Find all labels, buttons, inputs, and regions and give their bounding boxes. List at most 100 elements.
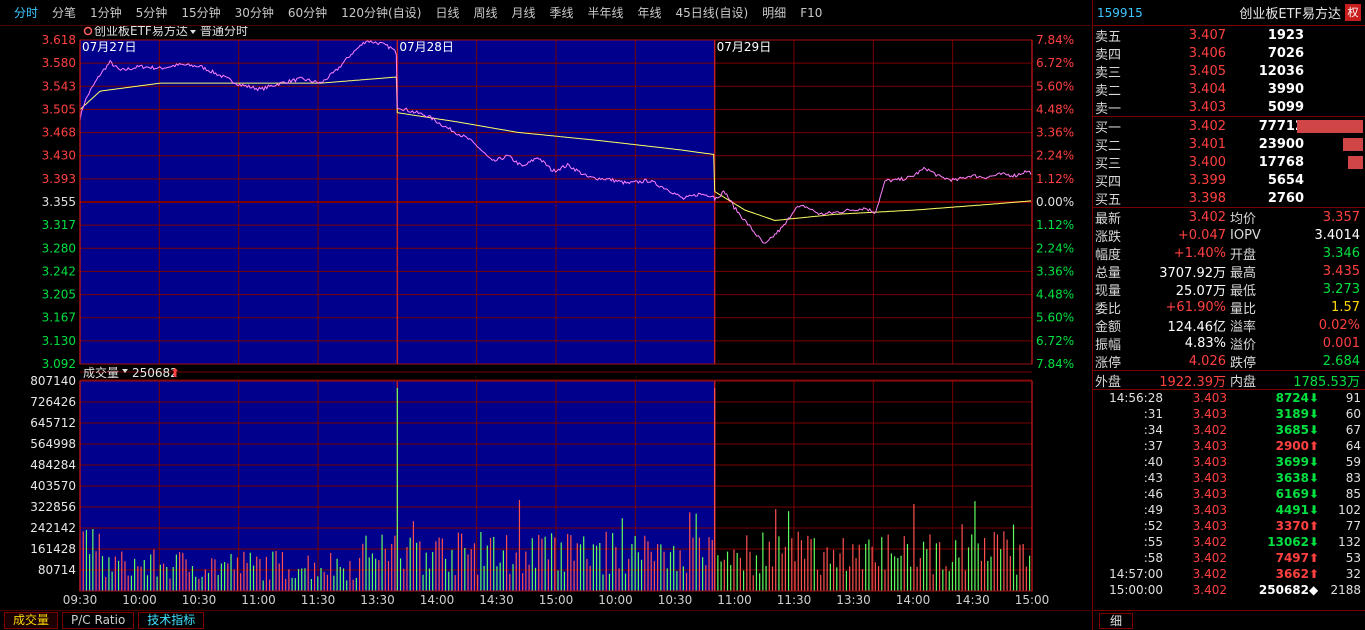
period-tab[interactable]: 明细 [762, 4, 786, 21]
stat-value: 4.83% [1184, 335, 1226, 351]
tick-volume: 3189 [1275, 407, 1309, 421]
tick-row[interactable]: :49 3.403 4491 ⬇ 102 [1093, 502, 1365, 518]
order-volume-bar [1343, 138, 1363, 151]
diamond-icon: ◆ [1309, 583, 1319, 597]
period-tab[interactable]: 60分钟 [288, 4, 327, 21]
tick-row[interactable]: :52 3.403 3370 ⬆ 77 [1093, 518, 1365, 534]
stat-label: 最高 [1230, 265, 1257, 281]
stat-value: 1.57 [1331, 299, 1360, 315]
indicator-tab[interactable]: P/C Ratio [62, 612, 135, 629]
tick-row[interactable]: :40 3.403 3699 ⬇ 59 [1093, 454, 1365, 470]
tick-row[interactable]: :46 3.403 6169 ⬇ 85 [1093, 486, 1365, 502]
ask-book: 卖五 3.407 1923 卖四 3.406 7026 卖三 3.405 12036 卖二 3.40… [1093, 26, 1365, 117]
arrow-down-icon: ⬇ [1309, 535, 1320, 549]
stat-label: 金额 [1095, 319, 1122, 335]
arrow-down-icon: ⬇ [1309, 423, 1320, 437]
order-book-row[interactable]: 卖四 3.406 7026 [1093, 44, 1365, 63]
tick-row[interactable]: :37 3.403 2900 ⬆ 64 [1093, 438, 1365, 454]
tick-time: 14:57:00 [1109, 567, 1163, 581]
order-book-row[interactable]: 买一 3.402 77712 [1093, 117, 1365, 136]
order-price: 3.406 [1188, 45, 1226, 61]
period-tab[interactable]: 年线 [638, 4, 662, 21]
arrow-up-icon: ⬆ [1309, 567, 1320, 581]
tick-row[interactable]: :55 3.402 13062 ⬇ 132 [1093, 534, 1365, 550]
tick-time: :46 [1143, 487, 1163, 501]
order-price: 3.399 [1188, 172, 1226, 188]
stat-label: 最低 [1230, 283, 1257, 299]
period-tab[interactable]: 45日线(自设) [676, 4, 749, 21]
order-level-label: 卖一 [1095, 101, 1122, 117]
tick-time: 15:00:00 [1109, 583, 1163, 597]
order-book-row[interactable]: 买二 3.401 23900 [1093, 135, 1365, 154]
stock-code[interactable]: 159915 [1097, 6, 1143, 20]
price-tick-label: 3.580 [42, 56, 76, 70]
price-tick-label: 3.618 [42, 33, 76, 47]
order-volume: 12036 [1258, 63, 1304, 79]
order-level-label: 买三 [1095, 156, 1122, 172]
period-tab[interactable]: 周线 [473, 4, 497, 21]
target-icon [83, 26, 93, 36]
stat-label: 现量 [1095, 283, 1122, 299]
detail-tab[interactable]: 细 [1099, 612, 1133, 629]
tick-row[interactable]: :34 3.402 3685 ⬇ 67 [1093, 422, 1365, 438]
stat-label: 开盘 [1230, 247, 1257, 263]
period-tab[interactable]: 15分钟 [181, 4, 220, 21]
time-axis-label: 14:00 [420, 593, 455, 607]
order-volume: 5099 [1267, 99, 1304, 115]
period-tab[interactable]: 5分钟 [136, 4, 168, 21]
stat-value: 3.346 [1322, 245, 1360, 261]
order-volume: 77712 [1258, 118, 1304, 134]
tick-row[interactable]: :58 3.402 7497 ⬆ 53 [1093, 550, 1365, 566]
tick-row[interactable]: :31 3.403 3189 ⬇ 60 [1093, 406, 1365, 422]
period-tab[interactable]: 分笔 [52, 4, 76, 21]
period-tab[interactable]: 季线 [549, 4, 573, 21]
stat-label: 总量 [1095, 265, 1122, 281]
period-tab[interactable]: 1分钟 [90, 4, 122, 21]
order-book-row[interactable]: 卖二 3.404 3990 [1093, 80, 1365, 99]
outer-value: 1922.39万 [1159, 374, 1226, 390]
price-tick-label: 3.317 [42, 218, 76, 232]
period-tab[interactable]: F10 [800, 6, 822, 20]
tick-volume: 3685 [1275, 423, 1309, 437]
tick-row[interactable]: 14:57:00 3.402 3662 ⬆ 32 [1093, 566, 1365, 582]
tick-row[interactable]: :43 3.403 3638 ⬇ 83 [1093, 470, 1365, 486]
pct-tick-label: 3.36% [1036, 264, 1074, 278]
stat-row: 总量 3707.92万 最高 3.435 [1093, 262, 1365, 281]
intraday-chart[interactable]: 3.618 7.84% 3.580 6.72% 3.543 5.60% 3.505 4.48%… [0, 26, 1090, 610]
indicator-tab[interactable]: 技术指标 [138, 612, 205, 629]
pct-tick-label: 1.12% [1036, 172, 1074, 186]
bid-book: 买一 3.402 77712 买二 3.401 23900 买三 3.400 17768 买四 3.… [1093, 117, 1365, 208]
period-tab[interactable]: 日线 [435, 4, 459, 21]
volume-tick-label: 242142 [30, 521, 76, 535]
tick-row[interactable]: 14:56:28 3.403 8724 ⬇ 91 [1093, 390, 1365, 406]
stat-row: 涨跌 +0.047 IOPV 3.4014 [1093, 226, 1365, 245]
period-tab[interactable]: 分时 [14, 4, 38, 21]
pct-tick-label: 6.72% [1036, 334, 1074, 348]
tick-count: 2188 [1330, 583, 1361, 597]
order-book-row[interactable]: 卖五 3.407 1923 [1093, 26, 1365, 45]
tick-volume: 7497 [1275, 551, 1309, 565]
rights-badge[interactable]: 权 [1345, 4, 1361, 21]
period-tab[interactable]: 半年线 [588, 4, 624, 21]
period-tab[interactable]: 月线 [511, 4, 535, 21]
stat-label: 均价 [1230, 211, 1257, 227]
order-level-label: 买五 [1095, 192, 1122, 208]
arrow-down-icon: ⬇ [1309, 391, 1320, 405]
stat-value: +0.047 [1177, 227, 1226, 243]
order-book-row[interactable]: 买五 3.398 2760 [1093, 189, 1365, 208]
pct-tick-label: 7.84% [1036, 33, 1074, 47]
time-axis-label: 11:30 [777, 593, 812, 607]
arrow-down-icon: ⬇ [1309, 471, 1320, 485]
tick-list[interactable]: 14:56:28 3.403 8724 ⬇ 91:31 3.403 3189 ⬇ 60:34 3.… [1093, 390, 1365, 598]
order-book-row[interactable]: 卖一 3.403 5099 [1093, 98, 1365, 117]
tick-volume: 3699 [1275, 455, 1309, 469]
order-book-row[interactable]: 卖三 3.405 12036 [1093, 62, 1365, 81]
order-book-row[interactable]: 买三 3.400 17768 [1093, 153, 1365, 172]
period-tab[interactable]: 120分钟(自设) [341, 4, 421, 21]
order-book-row[interactable]: 买四 3.399 5654 [1093, 171, 1365, 190]
time-axis-label: 10:00 [122, 593, 157, 607]
dropdown-caret-icon[interactable] [190, 30, 196, 34]
indicator-tab[interactable]: 成交量 [4, 612, 59, 629]
period-tab[interactable]: 30分钟 [235, 4, 274, 21]
tick-row[interactable]: 15:00:00 3.402 250682 ◆ 2188 [1093, 582, 1365, 598]
